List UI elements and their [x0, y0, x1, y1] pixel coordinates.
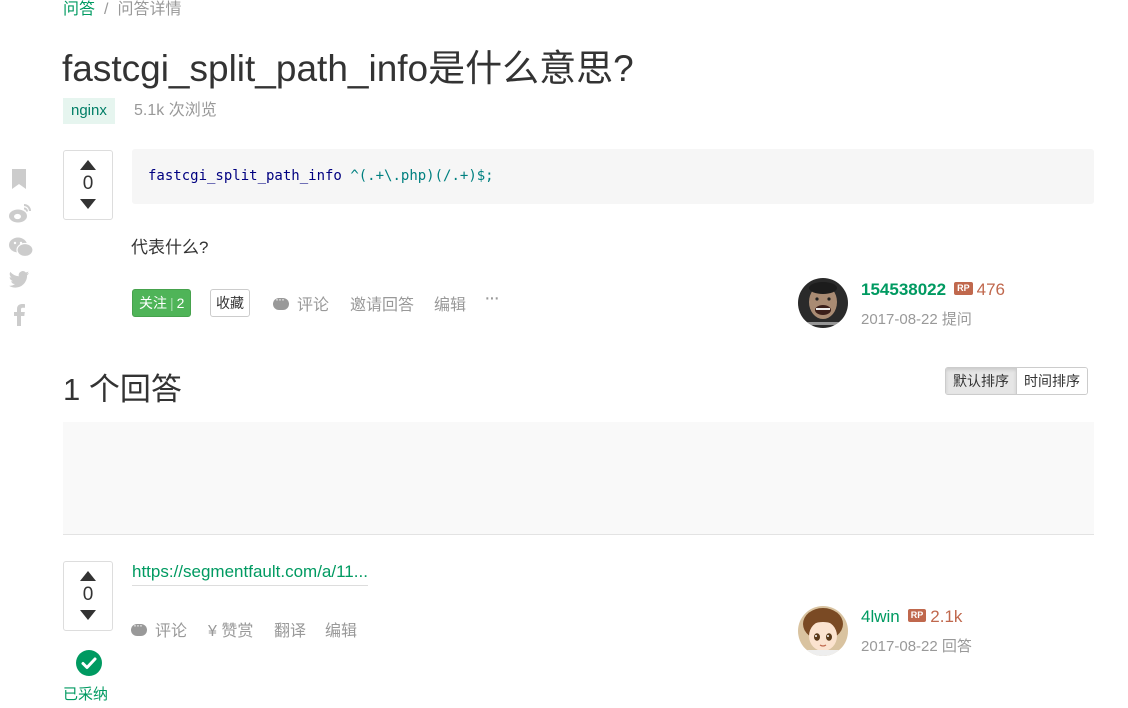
- answer-comment-label: 评论: [155, 623, 188, 640]
- comment-icon: [131, 618, 147, 636]
- twitter-icon[interactable]: [8, 270, 30, 292]
- answerer-avatar[interactable]: [798, 606, 848, 656]
- asker-avatar[interactable]: [798, 278, 848, 328]
- follow-count: 2: [176, 295, 185, 311]
- answerer-username-link[interactable]: 4lwin: [861, 607, 900, 626]
- facebook-icon[interactable]: [8, 304, 30, 326]
- translate-button[interactable]: 翻译: [274, 617, 306, 641]
- sort-time-button[interactable]: 时间排序: [1017, 368, 1087, 394]
- ad-placeholder: [63, 422, 1094, 535]
- answerer-reputation: 2.1k: [930, 607, 963, 626]
- code-block: fastcgi_split_path_info ^(.+\.php)(/.+)$…: [132, 149, 1094, 204]
- answer-edit-button[interactable]: 编辑: [325, 617, 357, 641]
- tag-nginx[interactable]: nginx: [63, 98, 115, 124]
- answered-date: 2017-08-22 回答: [861, 638, 972, 655]
- code-directive: fastcgi_split_path_info: [148, 168, 342, 184]
- downvote-arrow-icon[interactable]: [80, 610, 96, 620]
- follow-button[interactable]: 关注 | 2: [132, 289, 192, 317]
- sort-default-button[interactable]: 默认排序: [946, 368, 1017, 394]
- upvote-arrow-icon[interactable]: [80, 571, 96, 581]
- page-title: fastcgi_split_path_info是什么意思?: [62, 48, 634, 89]
- answerer-info: 4lwin RP 2.1k: [861, 607, 962, 627]
- downvote-arrow-icon[interactable]: [80, 199, 96, 209]
- sort-toggle: 默认排序 时间排序: [945, 367, 1088, 395]
- rp-badge: RP: [954, 282, 973, 296]
- answers-count-heading: 1 个回答: [63, 372, 182, 407]
- question-vote-widget: 0: [63, 150, 113, 220]
- answer-comment-button[interactable]: 评论: [131, 617, 187, 641]
- code-regex: ^(.+\.php)(/.+)$;: [350, 168, 494, 184]
- weibo-icon[interactable]: [8, 202, 31, 224]
- accepted-label: 已采纳: [63, 686, 109, 703]
- breadcrumb: 问答 / 问答详情: [63, 0, 181, 19]
- answer-vote-widget: 0: [63, 561, 113, 631]
- collect-button[interactable]: 收藏: [210, 289, 250, 317]
- social-share-bar: [8, 168, 34, 338]
- breadcrumb-current: 问答详情: [117, 1, 182, 18]
- comment-icon: [273, 292, 289, 310]
- more-options-icon[interactable]: ···: [484, 287, 500, 310]
- follow-label: 关注: [139, 295, 167, 311]
- question-comment-button[interactable]: 评论: [273, 291, 329, 315]
- breadcrumb-separator: /: [104, 1, 109, 18]
- breadcrumb-root-link[interactable]: 问答: [63, 1, 95, 18]
- answer-vote-count: 0: [82, 584, 94, 605]
- asked-date: 2017-08-22 提问: [861, 311, 972, 328]
- bookmark-icon[interactable]: [8, 168, 30, 190]
- question-edit-button[interactable]: 编辑: [434, 291, 466, 315]
- invite-answer-button[interactable]: 邀请回答: [350, 291, 414, 315]
- answer-link[interactable]: https://segmentfault.com/a/11...: [132, 562, 368, 586]
- accepted-check-icon: [76, 650, 102, 676]
- question-body-text: 代表什么?: [131, 238, 209, 257]
- asker-username-link[interactable]: 154538022: [861, 280, 946, 299]
- reward-button[interactable]: ¥ 赞赏: [208, 617, 253, 641]
- asker-reputation: 476: [976, 280, 1005, 299]
- wechat-icon[interactable]: [8, 236, 34, 258]
- asker-info: 154538022 RP 476: [861, 280, 1005, 300]
- comment-label: 评论: [297, 297, 330, 314]
- upvote-arrow-icon[interactable]: [80, 160, 96, 170]
- question-vote-count: 0: [82, 173, 94, 194]
- rp-badge: RP: [907, 609, 927, 623]
- view-count: 5.1k 次浏览: [134, 102, 217, 119]
